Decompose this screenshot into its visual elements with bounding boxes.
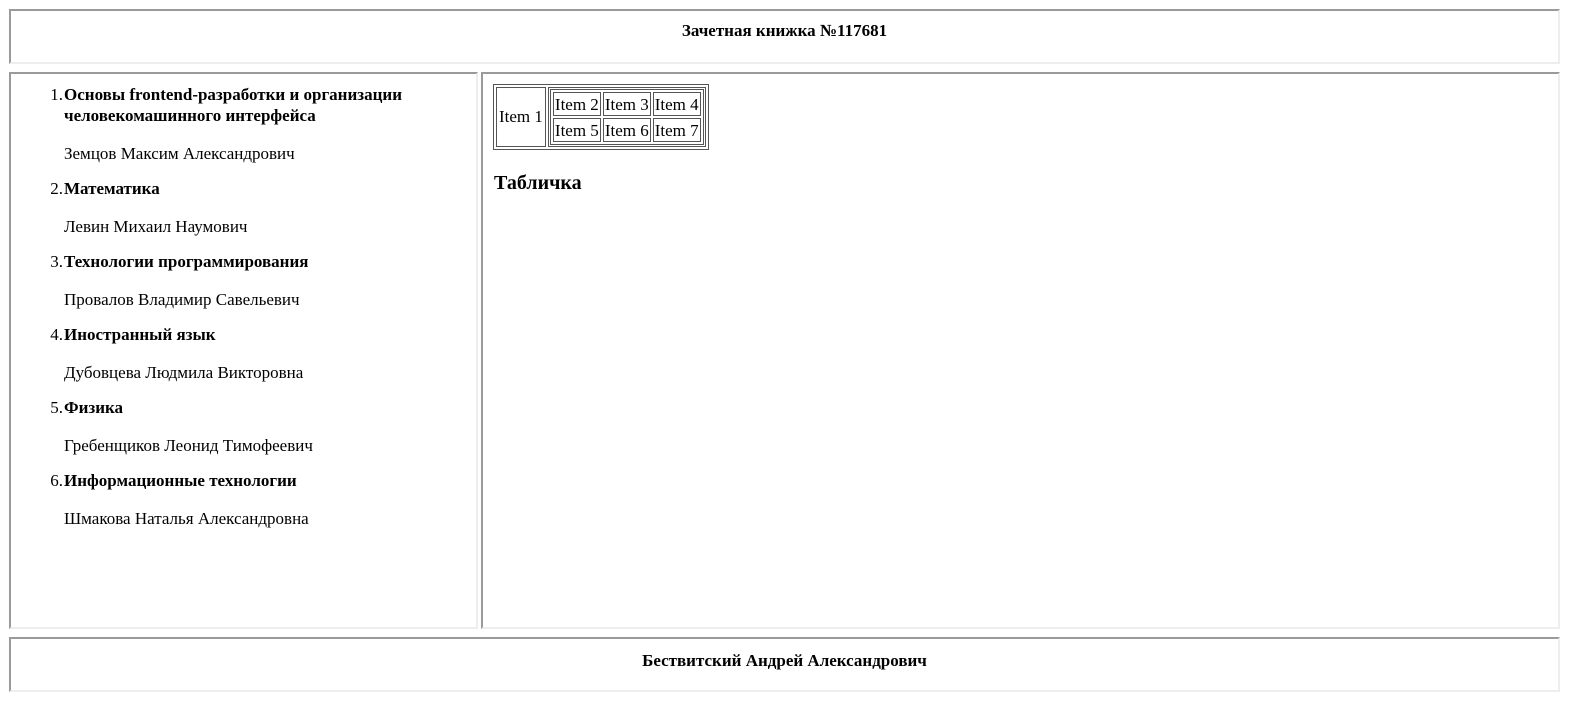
sidebar-frame[interactable]: 1. Основы frontend-разработки и организа… — [9, 72, 478, 629]
course-name: Иностранный язык — [64, 325, 216, 344]
course-number: 2. — [50, 179, 63, 198]
table-cell: Item 2 — [552, 92, 601, 116]
main-frame[interactable]: Item 1 Item 2 Item 3 Item 4 Item 5 Item … — [481, 72, 1560, 629]
author-name: Бествитский Андрей Александрович — [642, 651, 927, 670]
course-item: 4. Иностранный язык Дубовцева Людмила Ви… — [11, 324, 471, 383]
section-heading: Табличка — [494, 172, 582, 194]
table-cell: Item 3 — [602, 92, 651, 116]
items-table: Item 1 Item 2 Item 3 Item 4 Item 5 Item … — [493, 84, 709, 150]
course-name: Математика — [64, 179, 160, 198]
table-row: Item 2 Item 3 Item 4 — [552, 92, 701, 116]
course-teacher: Провалов Владимир Савельевич — [64, 290, 300, 309]
table-cell: Item 4 — [652, 92, 701, 116]
table-cell: Item 1 — [496, 87, 546, 147]
course-item: 1. Основы frontend-разработки и организа… — [11, 84, 471, 164]
course-teacher: Левин Михаил Наумович — [64, 217, 248, 236]
course-teacher: Шмакова Наталья Александровна — [64, 509, 309, 528]
course-name: Технологии программирования — [64, 252, 309, 271]
course-teacher: Гребенщиков Леонид Тимофеевич — [64, 436, 313, 455]
table-cell: Item 5 — [552, 118, 601, 142]
course-item: 3. Технологии программирования Провалов … — [11, 251, 471, 310]
table-row: Item 5 Item 6 Item 7 — [552, 118, 701, 142]
table-cell: Item 7 — [652, 118, 701, 142]
course-number: 4. — [50, 325, 63, 344]
header-frame: Зачетная книжка №117681 — [9, 9, 1560, 64]
course-number: 5. — [50, 398, 63, 417]
course-list: 1. Основы frontend-разработки и организа… — [11, 84, 471, 543]
course-number: 3. — [50, 252, 63, 271]
course-item: 2. Математика Левин Михаил Наумович — [11, 178, 471, 237]
course-item: 5. Физика Гребенщиков Леонид Тимофеевич — [11, 397, 471, 456]
course-item: 6. Информационные технологии Шмакова Нат… — [11, 470, 471, 529]
course-name: Информационные технологии — [64, 471, 297, 490]
table-cell: Item 6 — [602, 118, 651, 142]
page-title: Зачетная книжка №117681 — [681, 21, 888, 40]
course-name: Физика — [64, 398, 124, 417]
footer-frame: Бествитский Андрей Александрович — [9, 637, 1560, 692]
course-teacher: Земцов Максим Александрович — [64, 144, 295, 163]
nested-table: Item 2 Item 3 Item 4 Item 5 Item 6 Item … — [549, 89, 704, 145]
course-name: Основы frontend-разработки и организации… — [64, 85, 402, 125]
nested-table-cell: Item 2 Item 3 Item 4 Item 5 Item 6 Item … — [547, 87, 706, 147]
course-teacher: Дубовцева Людмила Викторовна — [64, 363, 304, 382]
course-number: 6. — [50, 471, 63, 490]
course-number: 1. — [50, 85, 63, 104]
